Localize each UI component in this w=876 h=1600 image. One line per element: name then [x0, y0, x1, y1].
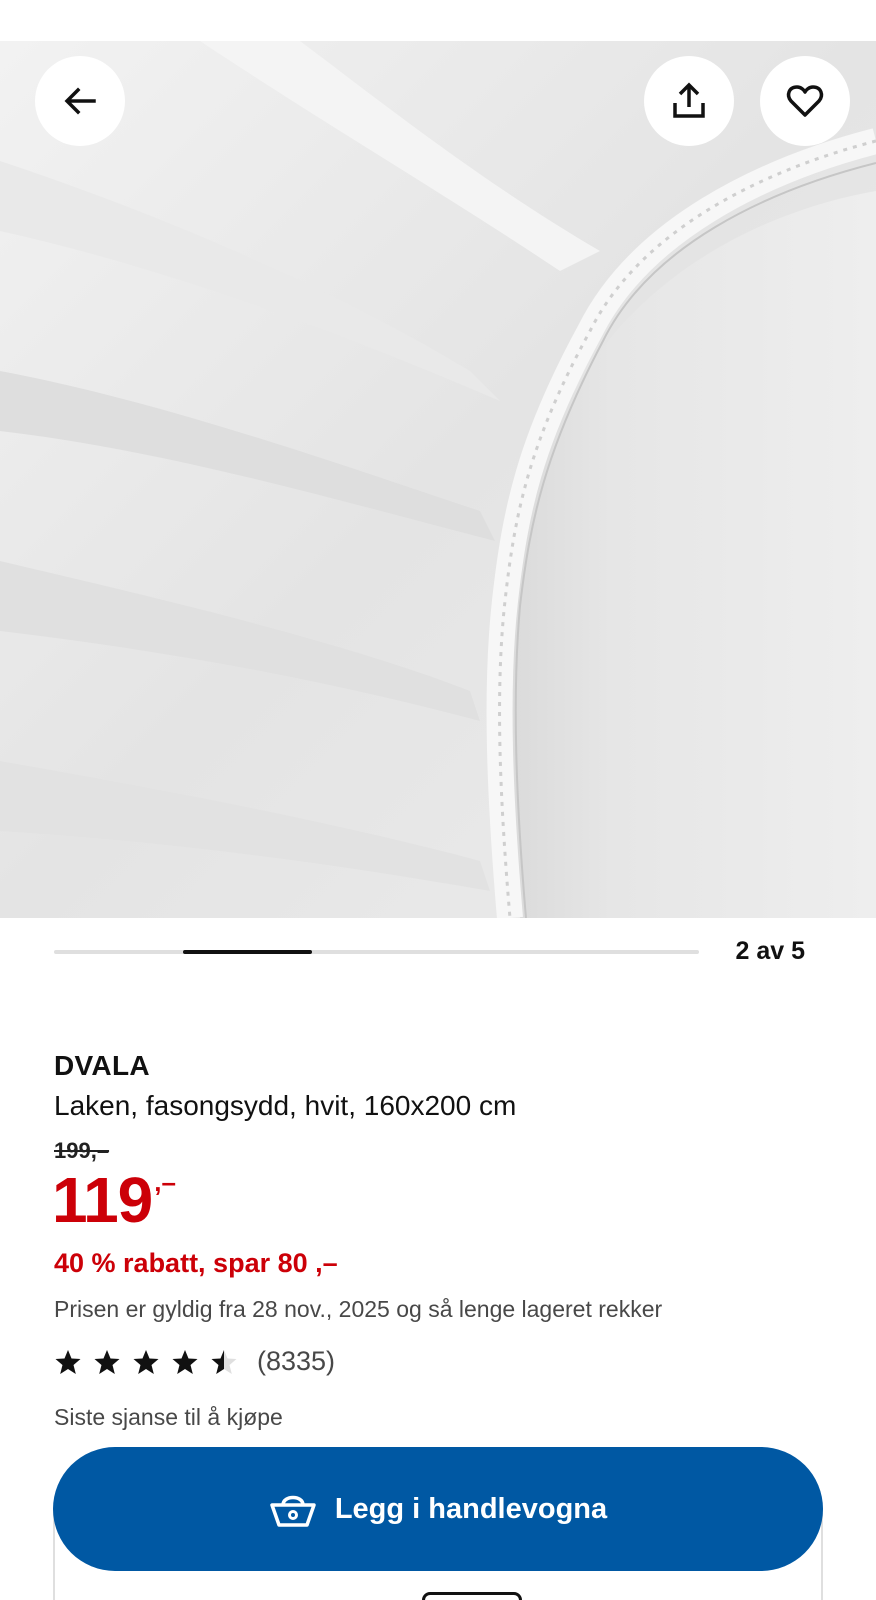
carousel-progress-fill [183, 950, 312, 954]
image-counter: 2 av 5 [735, 937, 805, 965]
carousel-progress [54, 950, 699, 954]
price-validity: Prisen er gyldig fra 28 nov., 2025 og så… [54, 1296, 663, 1322]
shopping-basket-icon [270, 1495, 316, 1527]
review-count[interactable]: (8335) [257, 1346, 335, 1377]
add-to-cart-button[interactable]: Legg i handlevogna [53, 1447, 823, 1571]
discount-text: 40 % rabatt, spar 80 ,– [54, 1248, 338, 1278]
rating[interactable]: (8335) [54, 1346, 335, 1377]
availability-note: Siste sjanse til å kjøpe [54, 1404, 283, 1430]
price-decimal: ,– [154, 1167, 176, 1197]
product-page: 2 av 5 DVALA Laken, fasongsydd, hvit, 16… [0, 0, 876, 1600]
star-icon [211, 1349, 237, 1374]
old-price: 199,– [54, 1138, 110, 1163]
rating-stars [54, 1348, 249, 1376]
back-button[interactable] [35, 56, 125, 146]
star-icon [55, 1349, 81, 1374]
product-description: Laken, fasongsydd, hvit, 160x200 cm [54, 1090, 517, 1121]
secondary-control[interactable] [422, 1592, 522, 1600]
fitted-sheet-photo [0, 41, 876, 918]
star-icon [133, 1349, 159, 1374]
arrow-left-icon [64, 87, 96, 115]
heart-icon [786, 85, 824, 117]
price-integer: 119 [52, 1164, 153, 1236]
share-icon [673, 82, 705, 118]
current-price: 119 ,– [52, 1164, 176, 1236]
product-image[interactable] [0, 41, 876, 918]
product-brand: DVALA [54, 1050, 150, 1081]
star-icon [94, 1349, 120, 1374]
add-to-cart-label: Legg i handlevogna [334, 1492, 608, 1525]
favorite-button[interactable] [760, 56, 850, 146]
star-icon [172, 1349, 198, 1374]
share-button[interactable] [644, 56, 734, 146]
